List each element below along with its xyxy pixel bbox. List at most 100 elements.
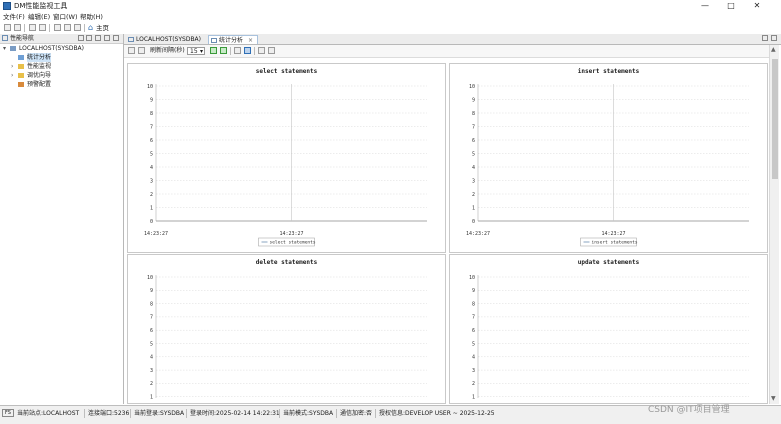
- link-icon[interactable]: [86, 35, 92, 41]
- grid-icon[interactable]: [234, 47, 241, 54]
- status-separator: [279, 409, 280, 418]
- menu-file[interactable]: 文件(F): [3, 12, 25, 22]
- chart-ytick-label: 2: [150, 381, 153, 387]
- stop-icon[interactable]: [74, 24, 81, 31]
- start-icon[interactable]: [210, 47, 217, 54]
- chart-ytick-label: 4: [472, 165, 475, 171]
- back-icon[interactable]: [54, 24, 61, 31]
- chart-ytick-label: 1: [150, 205, 153, 211]
- editor-tab-bar: LOCALHOST(SYSDBA) 统计分析 ×: [124, 34, 781, 45]
- settings-icon[interactable]: [128, 47, 135, 54]
- minimize-button[interactable]: —: [692, 0, 718, 12]
- chart-legend-label: insert statements: [592, 240, 638, 246]
- status-separator: [186, 409, 187, 418]
- export-icon[interactable]: [39, 24, 46, 31]
- table-icon[interactable]: [244, 47, 251, 54]
- open-icon[interactable]: [29, 24, 36, 31]
- server-icon: [128, 37, 134, 42]
- minimize-editor-icon[interactable]: [762, 35, 768, 41]
- chart-ytick-label: 9: [150, 97, 153, 103]
- menu-edit[interactable]: 编辑(E): [28, 12, 50, 22]
- toolbar-separator: [24, 24, 25, 32]
- chart-ytick-label: 6: [472, 138, 475, 144]
- collapse-all-icon[interactable]: [78, 35, 84, 41]
- chart-ytick-label: 2: [472, 381, 475, 387]
- collapse-arrow-icon[interactable]: ›: [11, 62, 13, 71]
- tree-root[interactable]: ▾ LOCALHOST(SYSDBA): [0, 44, 123, 53]
- view-menu-icon[interactable]: [95, 35, 101, 41]
- chart-ytick-label: 0: [150, 219, 153, 225]
- chevron-down-icon: ▾: [199, 48, 203, 55]
- expand-arrow-icon[interactable]: ▾: [3, 44, 6, 53]
- status-separator: [336, 409, 337, 418]
- close-tab-icon[interactable]: ×: [248, 37, 253, 44]
- chart-ytick-label: 5: [150, 151, 153, 157]
- collapse-arrow-icon[interactable]: ›: [11, 71, 13, 80]
- tree-item-tuning[interactable]: › 调优向导: [0, 71, 123, 80]
- maximize-button[interactable]: □: [718, 0, 744, 12]
- maximize-panel-icon[interactable]: [113, 35, 119, 41]
- chart-ytick-label: 8: [150, 301, 153, 307]
- chart-ytick-label: 3: [150, 178, 153, 184]
- tab-label: LOCALHOST(SYSDBA): [136, 36, 202, 43]
- scrollbar-thumb[interactable]: [772, 59, 778, 179]
- new-icon[interactable]: [4, 24, 11, 31]
- chart-ytick-label: 6: [150, 328, 153, 334]
- app-icon: [3, 2, 11, 10]
- tree-item-stats[interactable]: 统计分析: [0, 53, 123, 62]
- print-icon[interactable]: [268, 47, 275, 54]
- chart-ytick-label: 4: [472, 355, 475, 361]
- alert-config-icon: [18, 82, 24, 87]
- forward-icon[interactable]: [64, 24, 71, 31]
- close-button[interactable]: ✕: [744, 0, 770, 12]
- home-icon[interactable]: ⌂: [88, 23, 93, 33]
- chart-title: insert statements: [578, 68, 640, 75]
- save-icon[interactable]: [14, 24, 21, 31]
- chart-icon: [211, 38, 217, 43]
- menu-bar: 文件(F) 编辑(E) 窗口(W) 帮助(H): [0, 12, 781, 22]
- chart-ytick-label: 3: [150, 368, 153, 374]
- navigator-icon: [2, 35, 8, 41]
- status-icon: FS: [2, 409, 14, 417]
- maximize-editor-icon[interactable]: [771, 35, 777, 41]
- tab-stats[interactable]: 统计分析 ×: [208, 35, 258, 44]
- chart-panel-insert: insert statements 10 9 8 7 6 5 4 3 2 1 0 14:23:27 14:…: [449, 63, 768, 253]
- chart-ytick-label: 3: [472, 178, 475, 184]
- status-site: 当前站点:LOCALHOST: [17, 410, 80, 417]
- chart-ytick-label: 9: [472, 97, 475, 103]
- window-title: DM性能监视工具: [14, 2, 68, 10]
- toolbar-separator: [84, 24, 85, 32]
- menu-window[interactable]: 窗口(W): [53, 12, 78, 22]
- menu-help[interactable]: 帮助(H): [80, 12, 103, 22]
- tab-localhost[interactable]: LOCALHOST(SYSDBA): [126, 35, 205, 44]
- tree-item-label: 性能监视: [27, 63, 52, 70]
- resume-icon[interactable]: [220, 47, 227, 54]
- folder-icon: [18, 73, 24, 78]
- chart-svg: delete statements 10 9 8 7 6 5 4 3 2 1: [147, 259, 427, 401]
- refresh-interval-value: 15: [190, 48, 198, 55]
- chart-legend-label: select statements: [270, 240, 316, 246]
- scroll-down-icon[interactable]: ▼: [771, 395, 776, 402]
- home-label[interactable]: 主页: [96, 23, 109, 33]
- chart-ytick-label: 1: [472, 395, 475, 401]
- navigator-panel: 性能导航 ▾ LOCALHOST(SYSDBA) 统计分析 › 性能监视 › 调…: [0, 34, 124, 404]
- status-mode: 当前模式:SYSDBA: [283, 410, 334, 417]
- folder-icon: [18, 64, 24, 69]
- tree-item-monitor[interactable]: › 性能监视: [0, 62, 123, 71]
- chart-panel-update: update statements 10 9 8 7 6 5 4 3 2 1: [449, 254, 768, 404]
- tree-root-label: LOCALHOST(SYSDBA): [19, 45, 85, 52]
- chart-ytick-label: 5: [150, 341, 153, 347]
- tree-item-label: 调优向导: [27, 72, 52, 79]
- scroll-up-icon[interactable]: ▲: [771, 46, 776, 53]
- chart-title: select statements: [256, 68, 318, 75]
- minimize-panel-icon[interactable]: [104, 35, 110, 41]
- tree-item-alert[interactable]: 预警配置: [0, 80, 123, 89]
- refresh-interval-select[interactable]: 15 ▾: [187, 47, 205, 55]
- chart-ytick-label: 10: [147, 84, 153, 90]
- export-chart-icon[interactable]: [258, 47, 265, 54]
- chart-ytick-label: 10: [147, 275, 153, 281]
- chart-ytick-label: 0: [472, 219, 475, 225]
- refresh-icon[interactable]: [138, 47, 145, 54]
- vertical-scrollbar[interactable]: ▲ ▼: [769, 45, 779, 404]
- chart-ytick-label: 10: [469, 84, 475, 90]
